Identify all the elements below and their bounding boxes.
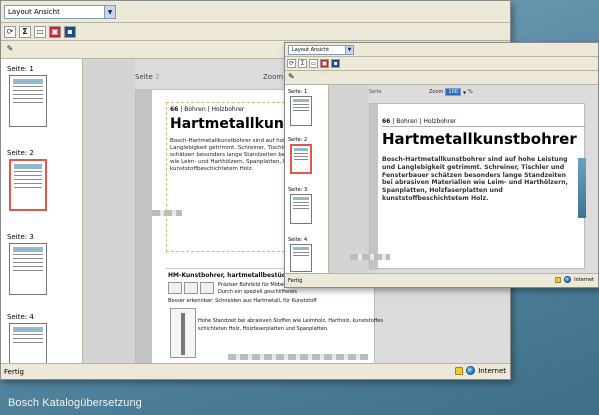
w2-page-label: Seite [369,89,382,95]
product-image-3 [200,282,214,294]
w2-zoom-input[interactable]: 100 [445,88,461,96]
w2-thumb-label-1: Seite: 1 [288,89,308,95]
refresh-icon[interactable]: ⟳ [4,26,16,38]
lock-icon [455,366,464,375]
page-label: Seite 2 [135,73,160,81]
thumb-label-3: Seite: 3 [7,233,34,241]
left-margin [83,59,135,364]
status-zone-label: Internet [478,366,506,375]
w2-toolbar-row-3: ✎ [285,71,598,85]
w2-left-margin [329,85,369,273]
page-preview-icon[interactable]: ▭ [34,26,46,38]
subtext-1: Präziser Bohrbild für Möbel [218,282,286,288]
w2-ruler-mark [350,254,390,260]
front-window: Layout Ansicht ▼ ⟳ Σ ▭ ▣ ▪ ✎ Seite: 1 Se… [284,42,599,288]
w2-thumb-label-2: Seite: 2 [288,137,308,143]
chevron-down-icon[interactable]: ▼ [345,46,353,54]
ruler-mark [152,210,182,216]
w2-page-gutter [370,104,378,270]
w2-status-text: Fertig [288,277,303,284]
chevron-down-icon[interactable]: ▼ [463,90,466,95]
table-ruler [228,354,368,360]
w2-zoom-control: Zoom 100 ▼ % [429,88,473,96]
sigma-icon[interactable]: Σ [19,26,31,38]
globe-icon [466,366,476,375]
w2-thumbnail-pane: Seite: 1 Seite: 2 Seite: 3 Seite: 4 [285,85,329,273]
w2-zoom-unit: % [468,89,473,95]
w2-view-select[interactable]: Layout Ansicht ▼ [288,45,354,55]
w2-page-paragraph: Bosch-Hartmetallkunstbohrer sind auf hoh… [382,156,568,202]
w2-page-heading: Hartmetallkunstbohrer [382,130,577,148]
subtext-4: Hohe Standzeit bei abrasiven Stoffen wie… [198,318,383,324]
product-image-1 [168,282,182,294]
w2-divider [382,126,586,127]
status-text: Fertig [4,367,24,376]
subtext-3: Besser erkennbar: Schneiden aus Hartmeta… [168,298,317,304]
thumbnail-page-2[interactable] [9,159,47,211]
product-image-2 [184,282,198,294]
w2-toolbar-row-1: Layout Ansicht ▼ [285,43,598,57]
w2-product-photo [578,158,586,218]
subheading: HM-Kunstbohrer, hartmetallbestückt [168,272,293,279]
refresh-icon[interactable]: ⟳ [287,59,296,68]
zoom-label: Zoom [263,73,284,81]
status-bar: Fertig Internet [1,363,510,379]
thumbnail-page-4[interactable] [9,323,47,364]
w2-view-select-value: Layout Ansicht [292,47,330,53]
thumbnail-page-1[interactable] [9,75,47,127]
view-select-value: Layout Ansicht [8,8,60,16]
w2-thumbnail-page-1[interactable] [290,96,312,126]
w2-page-canvas: 66 | Bohren | Holzbohrer Hartmetallkunst… [350,103,586,270]
thumb-label-4: Seite: 4 [7,313,34,321]
subtext-5: schichteten Holz, Holzfaserplatten und S… [198,326,329,332]
w2-zoom-label: Zoom [429,89,444,95]
lock-icon [555,276,562,283]
thumbnail-pane: Seite: 1 Seite: 2 Seite: 3 Seite: 4 [1,59,83,364]
page-gutter [136,90,152,364]
pen-icon[interactable]: ✎ [4,44,16,56]
thumb-label-2: Seite: 2 [7,149,34,157]
page-preview-icon[interactable]: ▭ [309,59,318,68]
pdf-icon[interactable]: ▣ [49,26,61,38]
caption: Bosch Katalogübersetzung [8,397,142,409]
view-select[interactable]: Layout Ansicht ▼ [4,5,116,19]
globe-icon [564,276,572,283]
chevron-down-icon[interactable]: ▼ [104,6,115,18]
pen-icon[interactable]: ✎ [288,72,295,81]
drill-bit-image [170,308,196,358]
w2-layout-view: Seite Zoom 100 ▼ % 66 | Bohren | Holzboh… [329,85,598,273]
w2-status-zone: Internet [555,276,594,283]
toolbar-row-1: Layout Ansicht ▼ [1,1,510,23]
save-icon[interactable]: ▪ [64,26,76,38]
w2-thumbnail-page-2[interactable] [290,144,312,174]
w2-thumb-label-4: Seite: 4 [288,237,308,243]
thumb-label-1: Seite: 1 [7,65,34,73]
toolbar-row-2: ⟳ Σ ▭ ▣ ▪ [1,23,510,41]
breadcrumb: 66 | Bohren | Holzbohrer [170,106,245,113]
w2-thumbnail-page-4[interactable] [290,244,312,272]
w2-thumb-label-3: Seite: 3 [288,187,308,193]
sigma-icon[interactable]: Σ [298,59,307,68]
subtext-2: Durch ein speziell geschliffenes [218,289,297,295]
w2-breadcrumb: 66 | Bohren | Holzbohrer [382,118,457,125]
pdf-icon[interactable]: ▣ [320,59,329,68]
status-zone: Internet [455,366,506,375]
w2-thumbnail-page-3[interactable] [290,194,312,224]
w2-status-zone-label: Internet [574,276,594,283]
save-icon[interactable]: ▪ [331,59,340,68]
w2-status-bar: Fertig Internet [285,273,598,287]
w2-toolbar-row-2: ⟳ Σ ▭ ▣ ▪ [285,57,598,71]
thumbnail-page-3[interactable] [9,243,47,295]
